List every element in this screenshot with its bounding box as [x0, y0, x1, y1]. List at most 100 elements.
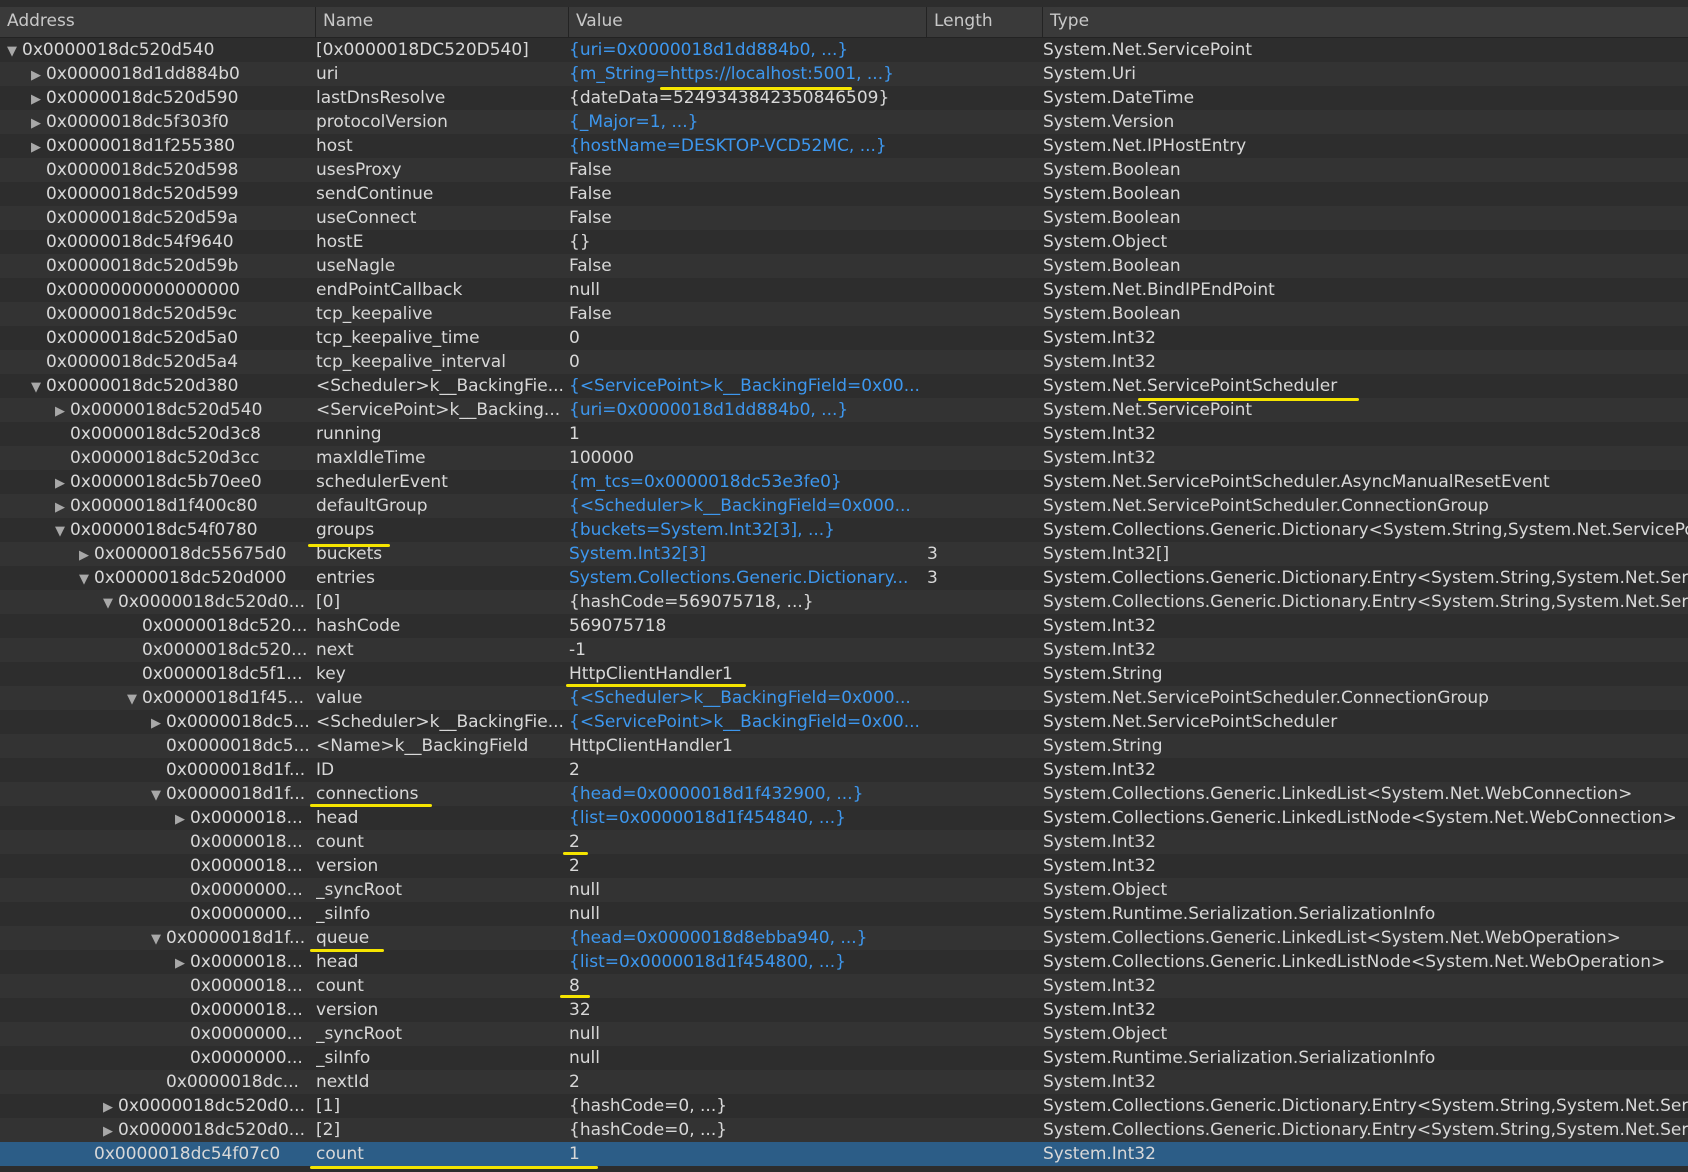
- expand-arrow-icon[interactable]: ▶: [26, 88, 46, 110]
- tree-row[interactable]: 0x0000000... _syncRoot null System.Object: [0, 1022, 1688, 1046]
- name-cell: tcp_keepalive_time: [316, 328, 480, 348]
- expand-arrow-icon[interactable]: ▶: [74, 544, 94, 566]
- type-cell: System.Net.IPHostEntry: [1043, 136, 1247, 156]
- tree-row[interactable]: ▼ 0x0000018d1f... connections {head=0x00000…: [0, 782, 1688, 806]
- tree-row[interactable]: 0x0000018dc520d5a0 tcp_keepalive_time 0 Sys…: [0, 326, 1688, 350]
- tree-row[interactable]: ▼ 0x0000018d1f45... value {<Scheduler>k__Ba…: [0, 686, 1688, 710]
- column-header-length[interactable]: Length: [927, 7, 1043, 37]
- tree-row[interactable]: ▼ 0x0000018dc520d540 [0x0000018DC520D540]{…: [0, 38, 1688, 62]
- tree-row[interactable]: ▼ 0x0000018dc520d000 entries System.Collect…: [0, 566, 1688, 590]
- tree-row[interactable]: ▶ 0x0000018dc55675d0 buckets System.Int32[3…: [0, 542, 1688, 566]
- tree-row[interactable]: 0x0000018dc520... next -1 System.Int32: [0, 638, 1688, 662]
- tree-row[interactable]: ▶ 0x0000018d1f255380 host {hostName=DESKTOP…: [0, 134, 1688, 158]
- column-header-value[interactable]: Value: [569, 7, 927, 37]
- column-header-address[interactable]: Address: [0, 7, 316, 37]
- tree-row[interactable]: ▶ 0x0000018... head {list=0x0000018d1f45480…: [0, 950, 1688, 974]
- tree-row[interactable]: ▼ 0x0000018d1f... queue {head=0x0000018d8eb…: [0, 926, 1688, 950]
- address-text: 0x0000018dc55675d0: [94, 544, 287, 564]
- address-text: 0x0000018dc520d59c: [46, 304, 237, 324]
- tree-row[interactable]: 0x0000018dc520d599 sendContinue False Syste…: [0, 182, 1688, 206]
- collapse-arrow-icon[interactable]: ▼: [98, 592, 118, 614]
- column-header-name[interactable]: Name: [316, 7, 569, 37]
- expand-arrow-icon[interactable]: ▶: [50, 472, 70, 494]
- name-cell: <ServicePoint>k__Backing...: [316, 400, 561, 420]
- address-cell: 0x0000018dc520d598: [0, 158, 339, 182]
- tree-row[interactable]: 0x0000018dc5... <Name>k__BackingField Http…: [0, 734, 1688, 758]
- type-cell: System.Net.ServicePointScheduler.Connect…: [1043, 688, 1489, 708]
- expand-arrow-icon[interactable]: ▶: [26, 136, 46, 158]
- type-cell: System.Boolean: [1043, 184, 1181, 204]
- expand-arrow-icon[interactable]: ▶: [146, 712, 166, 734]
- tree-row[interactable]: ▶ 0x0000018dc520d0... [1] {hashCode=0, ...}…: [0, 1094, 1688, 1118]
- tree-row[interactable]: 0x0000018dc520d5a4 tcp_keepalive_interval…: [0, 350, 1688, 374]
- collapse-arrow-icon[interactable]: ▼: [50, 520, 70, 542]
- tree-row[interactable]: 0x0000018dc520d59c tcp_keepalive False Syst…: [0, 302, 1688, 326]
- type-cell: System.Int32: [1043, 352, 1156, 372]
- tree-row[interactable]: ▼ 0x0000018dc54f0780 groups {buckets=System…: [0, 518, 1688, 542]
- name-cell: running: [316, 424, 382, 444]
- expand-arrow-icon[interactable]: ▶: [50, 400, 70, 422]
- variable-tree[interactable]: ▼ 0x0000018dc520d540 [0x0000018DC520D540]{…: [0, 38, 1688, 1166]
- value-cell: null: [569, 904, 600, 924]
- expand-arrow-icon[interactable]: ▶: [98, 1096, 118, 1118]
- tree-row[interactable]: 0x0000018dc... nextId 2 System.Int32: [0, 1070, 1688, 1094]
- expand-arrow-icon[interactable]: ▶: [50, 496, 70, 518]
- expand-arrow-icon[interactable]: ▶: [170, 952, 190, 974]
- value-cell: 2: [569, 760, 580, 780]
- tree-row[interactable]: ▶ 0x0000018dc5f303f0 protocolVersion {_Majo…: [0, 110, 1688, 134]
- tree-row[interactable]: 0x0000018... version 2 System.Int32: [0, 854, 1688, 878]
- value-link: {<ServicePoint>k__BackingField=0x00...: [569, 712, 920, 732]
- tree-row[interactable]: 0x0000018... count 8 System.Int32: [0, 974, 1688, 998]
- tree-row[interactable]: 0x0000018d1f... ID 2 System.Int32: [0, 758, 1688, 782]
- tree-row[interactable]: 0x0000000... _siInfo null System.Runtime.Se…: [0, 902, 1688, 926]
- tree-row[interactable]: ▼ 0x0000018dc520d380 <Scheduler>k__Backing…: [0, 374, 1688, 398]
- length-cell: [927, 470, 1039, 494]
- collapse-arrow-icon[interactable]: ▼: [122, 688, 142, 710]
- name-cell: <Scheduler>k__BackingFie...: [316, 376, 564, 396]
- collapse-arrow-icon[interactable]: ▼: [146, 928, 166, 950]
- tree-row[interactable]: 0x0000000... _siInfo null System.Runtime.Se…: [0, 1046, 1688, 1070]
- tree-row[interactable]: 0x0000018dc520... hashCode 569075718 System…: [0, 614, 1688, 638]
- address-text: 0x0000018dc520...: [142, 616, 308, 636]
- length-cell: [927, 62, 1039, 86]
- expand-arrow-icon[interactable]: ▶: [170, 808, 190, 830]
- collapse-arrow-icon[interactable]: ▼: [26, 376, 46, 398]
- highlight-underline-scheduler-type: [1138, 398, 1359, 401]
- expand-arrow-icon[interactable]: ▶: [98, 1120, 118, 1142]
- type-cell: System.Int32: [1043, 1072, 1156, 1092]
- tree-row[interactable]: 0x0000018dc54f9640 hostE {} System.Object: [0, 230, 1688, 254]
- name-cell: version: [316, 1000, 379, 1020]
- tree-row[interactable]: 0x0000000... _syncRoot null System.Object: [0, 878, 1688, 902]
- name-cell: usesProxy: [316, 160, 402, 180]
- tree-row[interactable]: 0x0000018dc520d59b useNagle False System.Bo…: [0, 254, 1688, 278]
- length-cell: [927, 374, 1039, 398]
- tree-row[interactable]: 0x0000018dc520d3cc maxIdleTime 100000 Syste…: [0, 446, 1688, 470]
- tree-row[interactable]: 0x0000018... count 2 System.Int32: [0, 830, 1688, 854]
- tree-row[interactable]: 0x0000018dc520d598 usesProxy False System.B…: [0, 158, 1688, 182]
- tree-row[interactable]: 0x0000000000000000 endPointCallback null Sy…: [0, 278, 1688, 302]
- name-cell: [0]: [316, 592, 341, 612]
- tree-row[interactable]: ▶ 0x0000018dc5b70ee0 schedulerEvent {m_tcs=…: [0, 470, 1688, 494]
- tree-row[interactable]: 0x0000018dc520d59a useConnect False System.…: [0, 206, 1688, 230]
- name-cell: count: [316, 1144, 364, 1164]
- address-text: 0x0000018d1f...: [166, 928, 306, 948]
- tree-row[interactable]: ▼ 0x0000018dc520d0... [0] {hashCode=5690757…: [0, 590, 1688, 614]
- expand-arrow-icon[interactable]: ▶: [26, 112, 46, 134]
- tree-row[interactable]: 0x0000018dc5f1... key HttpClientHandler1 Sy…: [0, 662, 1688, 686]
- tree-row[interactable]: ▶ 0x0000018dc520d540 <ServicePoint>k__Back…: [0, 398, 1688, 422]
- tree-row[interactable]: 0x0000018dc520d3c8 running 1 System.Int32: [0, 422, 1688, 446]
- collapse-arrow-icon[interactable]: ▼: [146, 784, 166, 806]
- value-cell: 8: [569, 976, 580, 996]
- expand-arrow-icon[interactable]: ▶: [26, 64, 46, 86]
- collapse-arrow-icon[interactable]: ▼: [2, 40, 22, 62]
- column-header-type[interactable]: Type: [1043, 7, 1688, 37]
- tree-row[interactable]: 0x0000018... version 32 System.Int32: [0, 998, 1688, 1022]
- tree-row[interactable]: ▶ 0x0000018d1dd884b0 uri {m_String=https://…: [0, 62, 1688, 86]
- selected-tree-row[interactable]: 0x0000018dc54f07c0 count 1 System.Int32: [0, 1142, 1688, 1166]
- tree-row[interactable]: ▶ 0x0000018... head {list=0x0000018d1f45484…: [0, 806, 1688, 830]
- tree-row[interactable]: ▶ 0x0000018dc520d0... [2] {hashCode=0, ...}…: [0, 1118, 1688, 1142]
- tree-row[interactable]: ▶ 0x0000018d1f400c80 defaultGroup {<Schedul…: [0, 494, 1688, 518]
- tree-row[interactable]: ▶ 0x0000018dc5... <Scheduler>k__BackingFie…: [0, 710, 1688, 734]
- value-link: {buckets=System.Int32[3], ...}: [569, 520, 835, 540]
- collapse-arrow-icon[interactable]: ▼: [74, 568, 94, 590]
